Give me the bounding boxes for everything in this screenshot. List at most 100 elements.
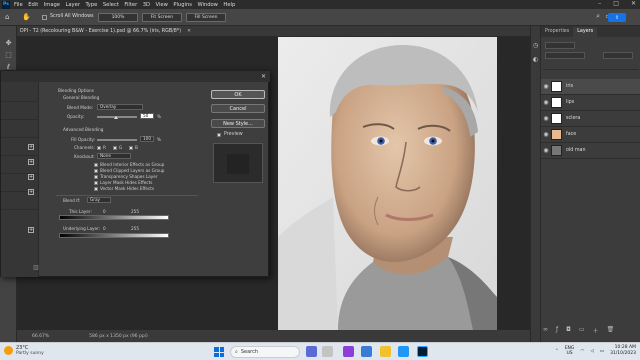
menu-help[interactable]: Help: [223, 2, 235, 8]
battery-icon[interactable]: ▭: [600, 349, 604, 354]
new-group-icon[interactable]: ▭: [579, 326, 585, 336]
menu-filter[interactable]: Filter: [124, 2, 137, 8]
add-style-icon[interactable]: +: [28, 144, 34, 150]
add-style-icon[interactable]: +: [28, 227, 34, 233]
option-checkbox[interactable]: [94, 187, 98, 191]
history-icon[interactable]: ◷: [533, 42, 538, 49]
volume-icon[interactable]: ◁: [590, 349, 593, 354]
menu-file[interactable]: File: [14, 2, 23, 8]
channel-r-checkbox[interactable]: [97, 146, 101, 150]
zoom-100-button[interactable]: 100%: [98, 13, 138, 22]
option-checkbox[interactable]: [94, 163, 98, 167]
option-checkbox[interactable]: [94, 181, 98, 185]
share-button[interactable]: ⇪: [608, 13, 626, 22]
mask-icon[interactable]: ◘: [566, 326, 571, 336]
fill-opacity-slider[interactable]: [97, 139, 137, 141]
close-icon[interactable]: ✕: [261, 73, 266, 80]
layer-row-old-man[interactable]: ◉ old man: [541, 143, 640, 159]
trash-icon[interactable]: 🗑: [607, 326, 615, 336]
menu-plugins[interactable]: Plugins: [173, 2, 192, 8]
this-layer-gradient-slider[interactable]: [59, 215, 169, 220]
layer-row-sclera[interactable]: ◉ sclera: [541, 111, 640, 127]
underlying-layer-gradient-slider[interactable]: [59, 233, 169, 238]
blend-mode-select[interactable]: Overlay: [97, 104, 143, 110]
scroll-all-checkbox[interactable]: [42, 15, 47, 20]
tab-properties[interactable]: Properties: [541, 27, 573, 37]
list-item[interactable]: [1, 94, 39, 102]
home-icon[interactable]: ⌂: [5, 13, 9, 21]
widget-icon[interactable]: [322, 346, 333, 357]
close-tab-icon[interactable]: ✕: [187, 29, 191, 34]
marquee-tool-icon[interactable]: ⬚: [3, 50, 14, 59]
wifi-icon[interactable]: ◠: [580, 349, 584, 354]
option-checkbox[interactable]: [94, 169, 98, 173]
edge-icon[interactable]: [398, 346, 409, 357]
document-image[interactable]: [278, 37, 497, 330]
fill-opacity-input[interactable]: 100: [140, 136, 154, 142]
move-tool-icon[interactable]: ✥: [3, 38, 14, 47]
search-icon[interactable]: ⌕: [596, 12, 600, 21]
document-tab[interactable]: DPI - T2 (Recolouring B&W - Exercise 1).…: [17, 26, 530, 37]
blend-mode-select[interactable]: [545, 52, 585, 59]
menu-type[interactable]: Type: [85, 2, 97, 8]
menu-3d[interactable]: 3D: [143, 2, 150, 8]
preview-checkbox[interactable]: [217, 133, 221, 137]
cancel-button[interactable]: Cancel: [211, 104, 265, 113]
list-item[interactable]: [1, 202, 39, 210]
file-explorer-icon[interactable]: [380, 346, 391, 357]
menu-view[interactable]: View: [156, 2, 168, 8]
visibility-eye-icon[interactable]: ◉: [541, 115, 551, 122]
new-style-button[interactable]: New Style...: [211, 119, 265, 128]
layer-filter-select[interactable]: [545, 42, 575, 49]
fill-screen-button[interactable]: Fill Screen: [186, 13, 226, 22]
option-checkbox[interactable]: [94, 175, 98, 179]
channel-g-checkbox[interactable]: [113, 146, 117, 150]
blend-if-select[interactable]: Gray: [87, 197, 111, 203]
fx-icon[interactable]: ƒ: [556, 326, 558, 336]
opacity-slider-handle[interactable]: [114, 116, 118, 119]
visibility-eye-icon[interactable]: ◉: [541, 147, 551, 154]
taskbar-search[interactable]: ⌕ Search: [230, 346, 300, 358]
knockout-select[interactable]: None: [97, 153, 131, 159]
menu-edit[interactable]: Edit: [28, 2, 38, 8]
tab-layers[interactable]: Layers: [573, 27, 598, 37]
photoshop-taskbar-icon[interactable]: [417, 346, 428, 357]
fit-screen-button[interactable]: Fit Screen: [142, 13, 182, 22]
list-item[interactable]: [1, 166, 39, 174]
opacity-input[interactable]: 50: [140, 113, 154, 119]
menu-image[interactable]: Image: [44, 2, 60, 8]
teams-icon[interactable]: [306, 346, 317, 357]
visibility-eye-icon[interactable]: ◉: [541, 83, 551, 90]
menu-select[interactable]: Select: [103, 2, 119, 8]
add-style-icon[interactable]: +: [28, 174, 34, 180]
adjustments-icon[interactable]: ◐: [533, 56, 538, 63]
add-style-icon[interactable]: +: [28, 189, 34, 195]
new-layer-icon[interactable]: ＋: [593, 326, 599, 336]
layer-row-lips[interactable]: ◉ lips: [541, 95, 640, 111]
minimize-icon[interactable]: –: [598, 0, 601, 7]
clock[interactable]: 10:28 AM 31/10/2023: [610, 345, 636, 357]
layer-row-iris[interactable]: ◉ iris: [541, 79, 640, 95]
link-icon[interactable]: ∞: [543, 326, 548, 336]
ok-button[interactable]: OK: [211, 90, 265, 99]
chevron-up-icon[interactable]: ⌃: [555, 349, 559, 354]
channel-b-checkbox[interactable]: [129, 146, 133, 150]
visibility-eye-icon[interactable]: ◉: [541, 99, 551, 106]
menu-window[interactable]: Window: [197, 2, 217, 8]
trash-icon[interactable]: ▥: [33, 264, 39, 271]
zoom-level[interactable]: 66.67%: [32, 334, 49, 339]
add-style-icon[interactable]: +: [28, 159, 34, 165]
menu-layer[interactable]: Layer: [65, 2, 79, 8]
windows-start-icon[interactable]: [214, 347, 224, 357]
weather-widget[interactable]: 23°C Partly sunny: [4, 345, 44, 356]
list-item[interactable]: [1, 130, 39, 138]
list-item[interactable]: [1, 112, 39, 120]
visibility-eye-icon[interactable]: ◉: [541, 131, 551, 138]
maximize-icon[interactable]: □: [613, 0, 619, 7]
calendar-icon[interactable]: [361, 346, 372, 357]
layer-row-face[interactable]: ◉ face: [541, 127, 640, 143]
dialog-title-bar[interactable]: ✕: [1, 71, 270, 82]
close-icon[interactable]: ✕: [631, 0, 636, 7]
meet-icon[interactable]: [343, 346, 354, 357]
opacity-field[interactable]: [603, 52, 633, 59]
